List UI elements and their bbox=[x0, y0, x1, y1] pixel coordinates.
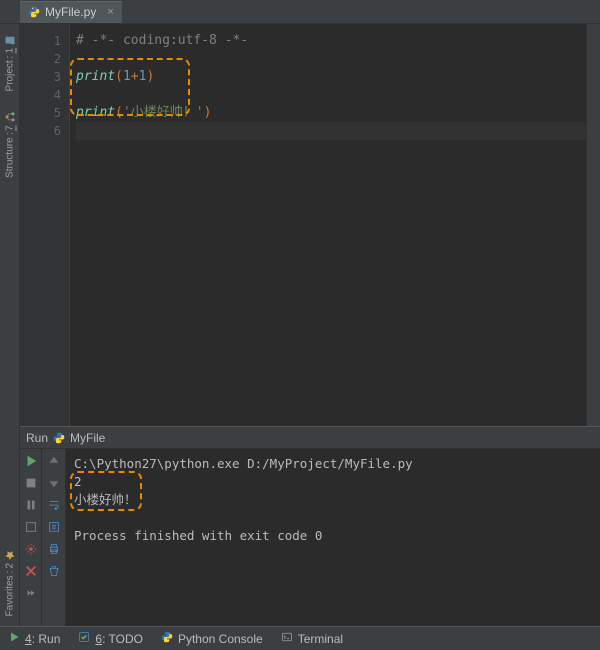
code-comment: # -*- coding:utf-8 -*- bbox=[76, 33, 248, 48]
editor-scrollbar[interactable] bbox=[586, 24, 600, 426]
terminal-icon bbox=[281, 631, 293, 646]
output-line: 2 bbox=[74, 473, 592, 491]
run-toolbar-left bbox=[20, 449, 42, 626]
down-icon[interactable] bbox=[46, 475, 62, 491]
python-icon bbox=[53, 432, 65, 444]
bottom-run-button[interactable]: 4: Run bbox=[8, 631, 60, 646]
output-line bbox=[74, 509, 592, 527]
run-header-label: Run bbox=[26, 431, 48, 445]
file-tab[interactable]: MyFile.py × bbox=[20, 1, 122, 23]
pause-button[interactable] bbox=[23, 497, 39, 513]
scroll-to-end-icon[interactable] bbox=[46, 519, 62, 535]
run-toolbar-secondary bbox=[42, 449, 66, 626]
settings-icon[interactable] bbox=[23, 541, 39, 557]
run-output[interactable]: C:\Python27\python.exe D:/MyProject/MyFi… bbox=[66, 449, 600, 626]
bottom-tool-bar: 4: Run 6: TODO Python Console Terminal bbox=[0, 626, 600, 650]
run-config-name: MyFile bbox=[70, 431, 105, 445]
trash-icon[interactable] bbox=[46, 563, 62, 579]
tool-rail-project[interactable]: Project:1 bbox=[3, 30, 17, 95]
output-exit: Process finished with exit code 0 bbox=[74, 527, 592, 545]
left-tool-rail-bottom: Favorites:2 bbox=[0, 420, 20, 626]
editor-gutter: 1 2 3 4 5 6 bbox=[20, 24, 70, 426]
soft-wrap-icon[interactable] bbox=[46, 497, 62, 513]
structure-icon bbox=[4, 111, 16, 123]
python-icon bbox=[161, 631, 173, 646]
tool-rail-structure[interactable]: Structure:7 bbox=[3, 107, 17, 182]
run-header: Run MyFile bbox=[20, 427, 600, 449]
output-line: 小楼好帅！ bbox=[74, 491, 592, 509]
print-icon[interactable] bbox=[46, 541, 62, 557]
python-file-icon bbox=[28, 6, 40, 18]
more-icon[interactable] bbox=[23, 585, 39, 601]
editor-tab-bar: MyFile.py × bbox=[0, 0, 600, 24]
project-icon bbox=[4, 34, 16, 46]
play-icon bbox=[8, 631, 20, 646]
tool-rail-favorites[interactable]: Favorites:2 bbox=[3, 545, 17, 620]
close-button[interactable] bbox=[23, 563, 39, 579]
file-tab-label: MyFile.py bbox=[45, 5, 96, 19]
editor[interactable]: 1 2 3 4 5 6 # -*- coding:utf-8 -*- print… bbox=[20, 24, 600, 426]
close-icon[interactable]: × bbox=[107, 6, 113, 18]
code-area[interactable]: # -*- coding:utf-8 -*- print(1+1) print(… bbox=[70, 24, 586, 426]
star-icon bbox=[4, 549, 16, 561]
todo-icon bbox=[78, 631, 90, 646]
bottom-todo-button[interactable]: 6: TODO bbox=[78, 631, 143, 646]
output-command: C:\Python27\python.exe D:/MyProject/MyFi… bbox=[74, 455, 592, 473]
rerun-button[interactable] bbox=[23, 453, 39, 469]
stop-button[interactable] bbox=[23, 475, 39, 491]
bottom-python-console-button[interactable]: Python Console bbox=[161, 631, 263, 646]
run-tool-window: Run MyFile bbox=[20, 426, 600, 626]
bottom-terminal-button[interactable]: Terminal bbox=[281, 631, 343, 646]
up-icon[interactable] bbox=[46, 453, 62, 469]
dump-button[interactable] bbox=[23, 519, 39, 535]
